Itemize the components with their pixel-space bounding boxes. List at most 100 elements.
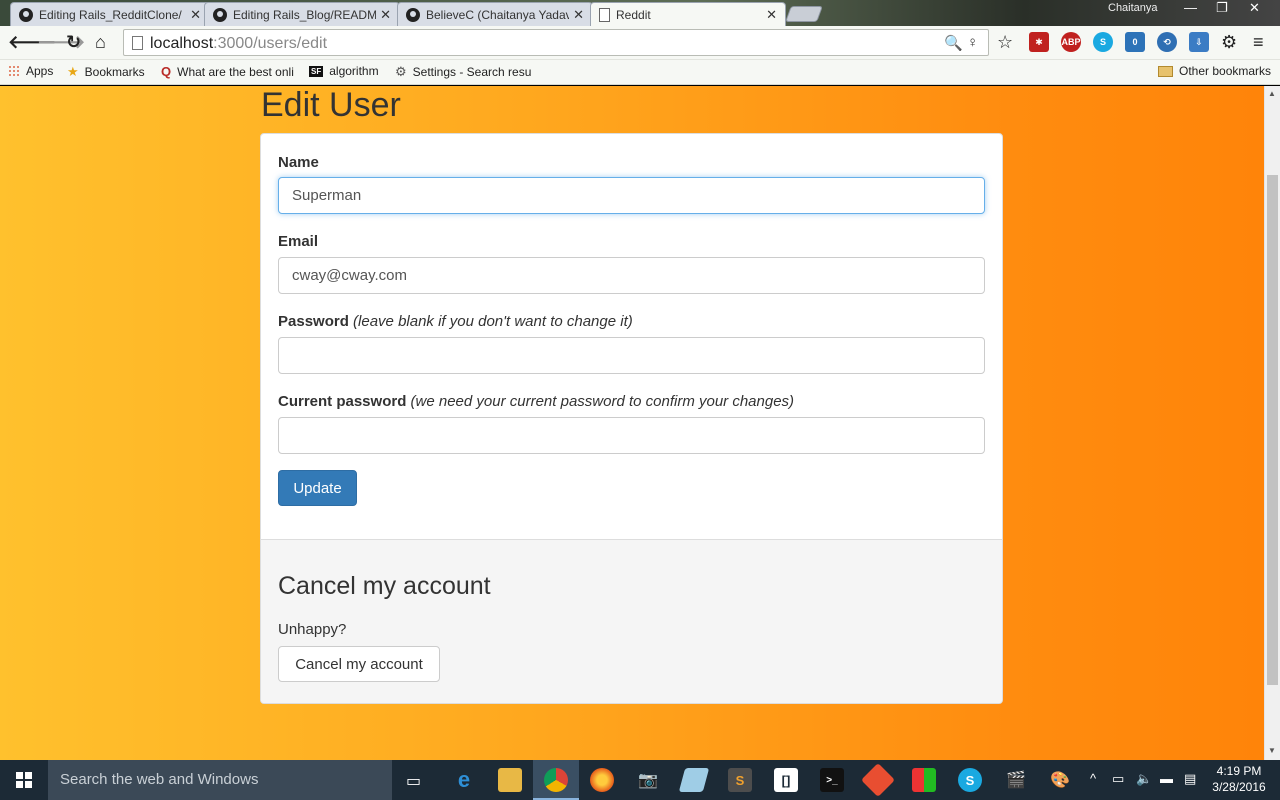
download-icon[interactable]: ⇩ — [1189, 32, 1209, 52]
page-scrollbar[interactable]: ▲ ▼ — [1264, 86, 1280, 760]
sf-icon: SF — [309, 65, 324, 77]
key-icon[interactable]: ♀ — [967, 34, 978, 51]
firefox-icon[interactable] — [590, 768, 614, 792]
git-icon[interactable] — [861, 763, 895, 797]
unhappy-text: Unhappy? — [278, 621, 347, 638]
edit-user-panel: Name Email Password (leave blank if you … — [260, 133, 1003, 704]
folder-icon — [1158, 65, 1173, 77]
reload-icon[interactable]: ↻ — [66, 32, 81, 53]
email-label: Email — [278, 233, 319, 250]
github-icon — [19, 7, 33, 22]
bookmark-quora[interactable]: Q What are the best onli — [161, 64, 301, 79]
close-window-icon[interactable]: ✕ — [1249, 0, 1260, 16]
colorful-app-icon[interactable] — [912, 768, 936, 792]
bookmark-bookmarks[interactable]: ★ Bookmarks — [67, 64, 145, 80]
brackets-icon[interactable]: [] — [774, 768, 798, 792]
taskbar-search-box[interactable]: Search the web and Windows — [48, 760, 392, 800]
password-label: Password — [278, 313, 349, 330]
history-icon[interactable]: ⟲ — [1157, 32, 1177, 52]
bookmark-apps[interactable]: Apps — [8, 64, 53, 78]
chrome-icon[interactable] — [544, 768, 568, 792]
other-bookmarks-label: Other bookmarks — [1179, 64, 1272, 78]
new-tab-button[interactable] — [785, 6, 823, 22]
name-field[interactable] — [278, 177, 985, 214]
notification-badge-icon[interactable]: 0 — [1125, 32, 1145, 52]
terminal-icon[interactable]: >_ — [820, 768, 844, 792]
notepad-icon[interactable] — [678, 768, 710, 792]
password-hint: (leave blank if you don't want to change… — [353, 313, 633, 330]
skype-icon[interactable]: S — [1093, 32, 1113, 52]
page-title: Edit User — [261, 86, 401, 124]
paint-icon[interactable]: 🎨 — [1048, 768, 1072, 792]
adblock-icon[interactable]: ABP — [1061, 32, 1081, 52]
scroll-thumb[interactable] — [1267, 175, 1278, 685]
tray-chevron-icon[interactable]: ^ — [1090, 771, 1096, 786]
cancel-account-button[interactable]: Cancel my account — [278, 646, 440, 682]
file-explorer-icon[interactable] — [498, 768, 522, 792]
taskbar-clock[interactable]: 4:19 PM 3/28/2016 — [1208, 763, 1270, 795]
close-icon[interactable]: ✕ — [766, 7, 777, 23]
gear-icon[interactable]: ⚙ — [1221, 32, 1237, 53]
movie-maker-icon[interactable]: 🎬 — [1004, 768, 1028, 792]
github-icon — [406, 7, 420, 22]
scroll-down-icon[interactable]: ▼ — [1268, 746, 1276, 755]
windows-taskbar: Search the web and Windows ▭ e 📷 S [] >_… — [0, 760, 1280, 800]
scroll-up-icon[interactable]: ▲ — [1268, 89, 1276, 98]
current-password-hint: (we need your current password to confir… — [410, 393, 795, 410]
page-viewport: Edit User Name Email Password (leave bla… — [0, 86, 1264, 760]
bookmarks-bar: Apps ★ Bookmarks Q What are the best onl… — [0, 60, 1280, 85]
address-bar[interactable]: localhost:3000/users/edit 🔍 ♀ — [123, 29, 989, 56]
profile-name[interactable]: Chaitanya — [1108, 2, 1158, 14]
bookmark-algorithm[interactable]: SF algorithm — [309, 64, 379, 78]
start-button[interactable] — [0, 760, 48, 800]
url-text[interactable]: localhost:3000/users/edit — [150, 35, 327, 53]
camera-icon[interactable]: 📷 — [636, 768, 660, 792]
network-icon[interactable]: ▭ — [1112, 771, 1124, 787]
windows-logo-icon — [16, 772, 32, 788]
password-field[interactable] — [278, 337, 985, 374]
volume-icon[interactable]: 🔈 — [1136, 771, 1152, 787]
email-field[interactable] — [278, 257, 985, 294]
notification-badge: 0 — [1132, 37, 1138, 47]
bookmark-settings[interactable]: ⚙ Settings - Search resu — [395, 64, 535, 80]
menu-icon[interactable]: ≡ — [1253, 32, 1264, 53]
zoom-icon[interactable]: 🔍 — [944, 34, 963, 52]
close-icon[interactable]: ✕ — [380, 7, 391, 23]
bookmark-label: algorithm — [329, 64, 379, 78]
battery-icon[interactable]: ▬ — [1160, 771, 1173, 786]
close-icon[interactable]: ✕ — [190, 7, 201, 23]
quora-icon: Q — [161, 64, 172, 79]
skype-icon[interactable]: S — [958, 768, 982, 792]
page-icon — [599, 7, 610, 22]
tab-title: BelieveC (Chaitanya Yadav — [426, 7, 570, 22]
star-icon[interactable]: ☆ — [997, 32, 1013, 53]
password-label-row: Password (leave blank if you don't want … — [278, 313, 633, 330]
edge-icon[interactable]: e — [452, 767, 476, 792]
update-button[interactable]: Update — [278, 470, 357, 506]
lastpass-icon[interactable]: ✱ — [1029, 32, 1049, 52]
tab-reddit[interactable]: Reddit ✕ — [590, 2, 786, 26]
task-view-icon[interactable]: ▭ — [406, 771, 421, 791]
cancel-account-section: Cancel my account Unhappy? Cancel my acc… — [261, 539, 1002, 703]
tab-editing-rails-blog[interactable]: Editing Rails_Blog/READM ✕ — [204, 2, 400, 26]
maximize-icon[interactable]: ❐ — [1216, 0, 1228, 16]
tab-title: Editing Rails_RedditClone/ — [39, 7, 182, 22]
tab-title: Reddit — [616, 7, 651, 22]
message-icon[interactable]: ▤ — [1184, 771, 1196, 787]
page-info-icon[interactable] — [132, 36, 143, 50]
home-icon[interactable]: ⌂ — [95, 32, 106, 53]
current-password-label-row: Current password (we need your current p… — [278, 393, 794, 410]
minimize-icon[interactable]: — — [1184, 0, 1197, 15]
bookmark-label: Bookmarks — [84, 65, 145, 79]
other-bookmarks[interactable]: Other bookmarks — [1158, 64, 1271, 78]
close-icon[interactable]: ✕ — [573, 7, 584, 23]
bookmark-label: Apps — [26, 64, 54, 78]
tab-believec[interactable]: BelieveC (Chaitanya Yadav ✕ — [397, 2, 593, 26]
gear-icon: ⚙ — [395, 64, 407, 79]
browser-tab-strip: Editing Rails_RedditClone/ ✕ Editing Rai… — [0, 0, 1280, 26]
tab-editing-reddit-clone[interactable]: Editing Rails_RedditClone/ ✕ — [10, 2, 210, 26]
sublime-icon[interactable]: S — [728, 768, 752, 792]
current-password-field[interactable] — [278, 417, 985, 454]
url-host: localhost — [150, 35, 214, 52]
bookmark-label: Settings - Search resu — [412, 65, 532, 79]
